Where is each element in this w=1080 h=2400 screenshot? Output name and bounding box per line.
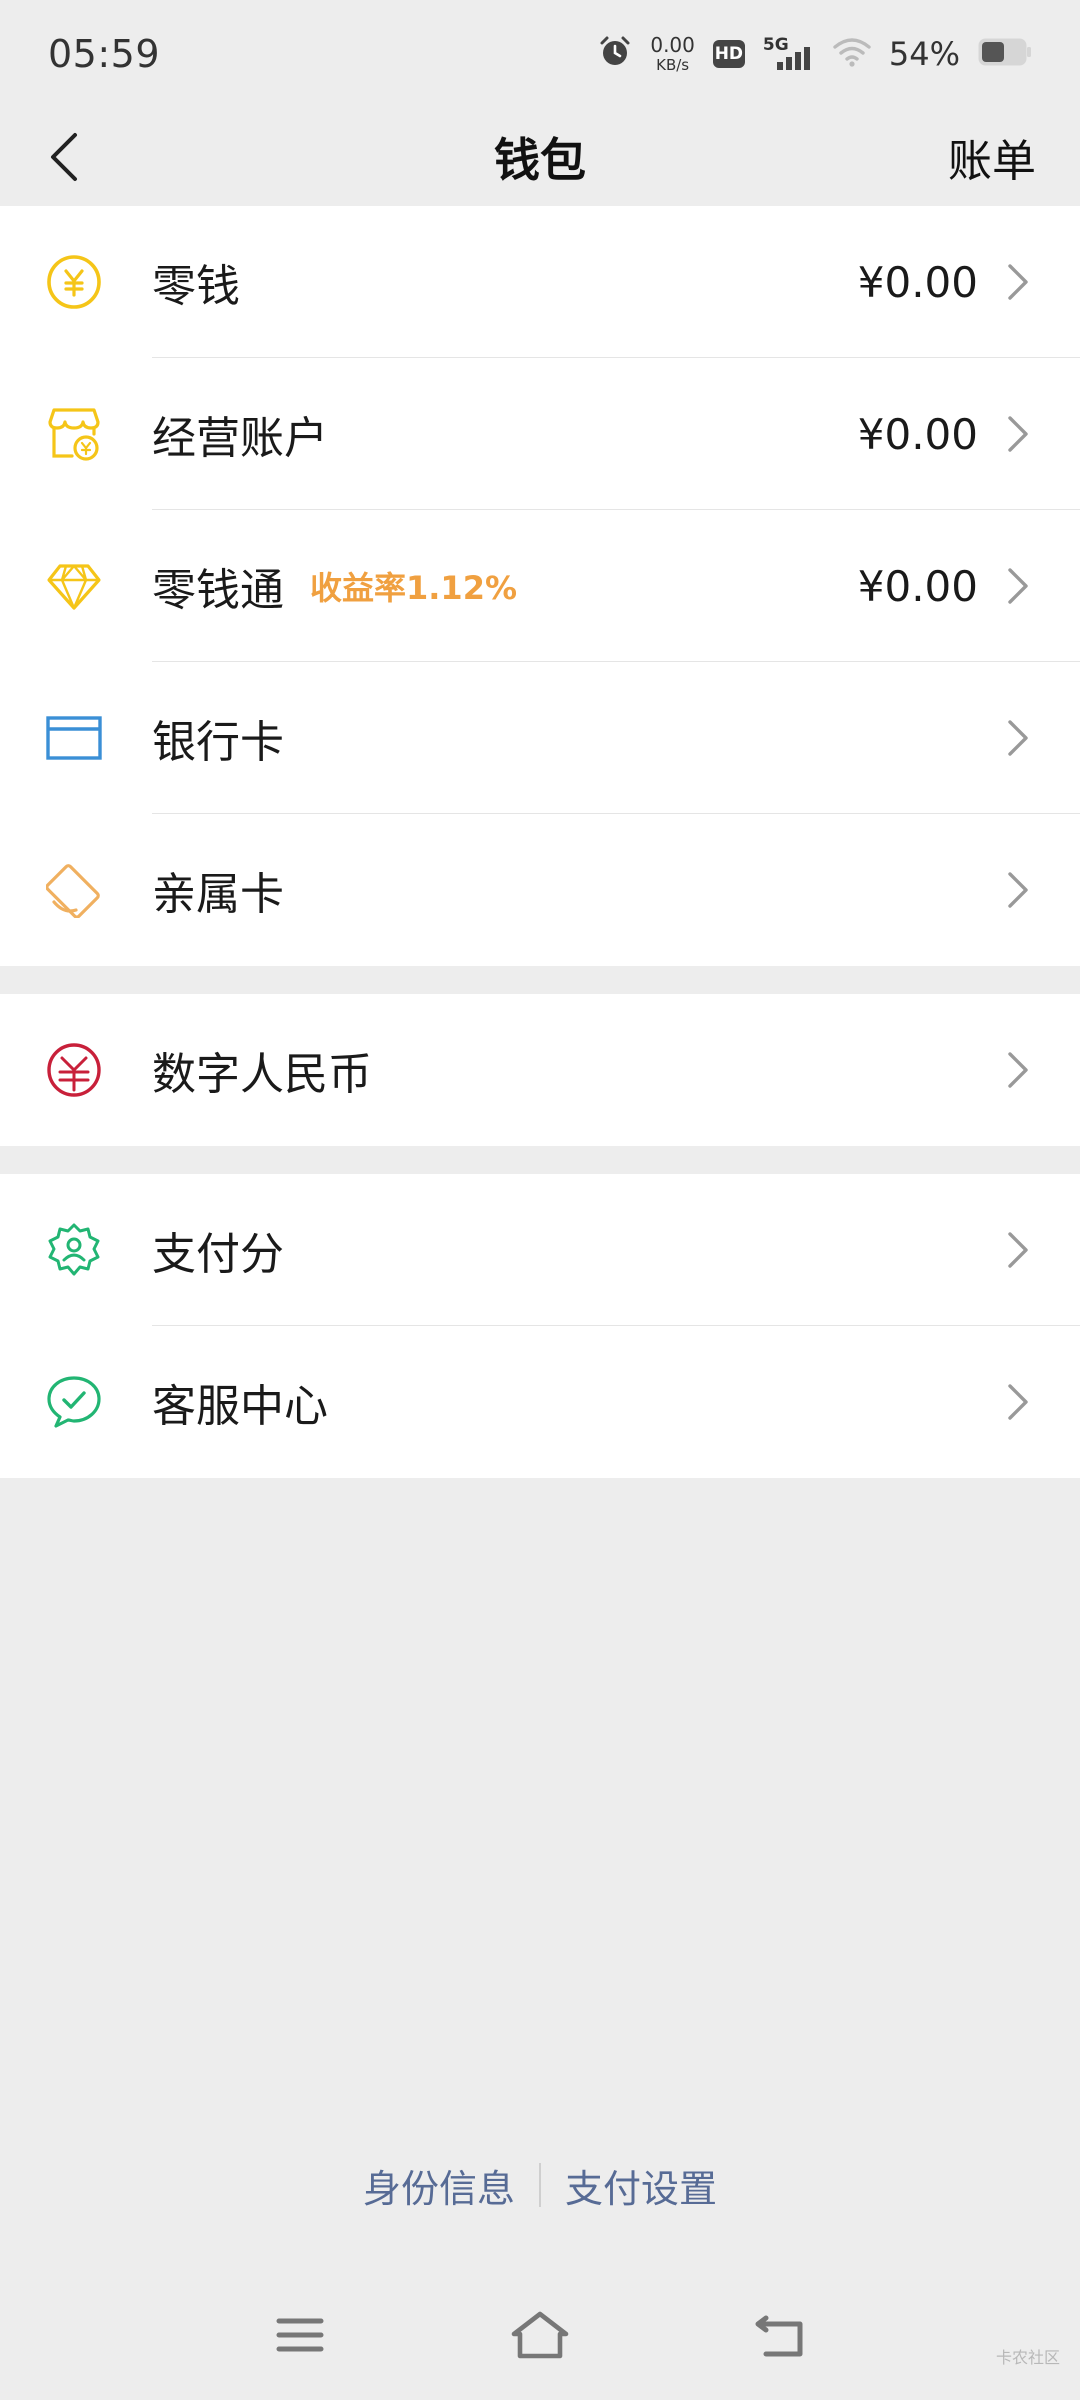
digital-rmb-item[interactable]: 数字人民币: [0, 994, 1080, 1146]
wallet-item-label-text: 零钱: [152, 261, 240, 312]
service-item-customer-service[interactable]: 客服中心: [0, 1326, 1080, 1478]
chevron-right-icon: [998, 262, 1038, 302]
footer-links: 身份信息 支付设置: [0, 2150, 1080, 2220]
digital-rmb-label: 数字人民币: [152, 994, 372, 1146]
wallet-item-value: ¥0.00: [857, 257, 978, 307]
service-item-label: 支付分: [152, 1174, 284, 1326]
service-item-label-text: 客服中心: [152, 1381, 328, 1432]
page-title: 钱包: [494, 133, 586, 187]
digital-rmb-icon: [46, 1042, 102, 1098]
signal-icon: 5G: [763, 35, 815, 71]
chevron-right-icon: [998, 566, 1038, 606]
wallet-item-lqt[interactable]: 零钱通 收益率1.12% ¥0.00: [0, 510, 1080, 662]
menu-button[interactable]: [268, 2305, 332, 2365]
wallet-item-label: 银行卡: [152, 662, 284, 814]
navigation-bar: 钱包 账单: [0, 108, 1080, 206]
service-item-pay-score[interactable]: 支付分: [0, 1174, 1080, 1326]
wallet-item-label: 零钱通 收益率1.12%: [152, 510, 517, 662]
shop-account-icon: [46, 406, 102, 462]
chevron-right-icon: [998, 1382, 1038, 1422]
network-speed: 0.00 KB/s: [650, 35, 695, 73]
wallet-item-business-account[interactable]: 经营账户 ¥0.00: [0, 358, 1080, 510]
footer-separator: [539, 2163, 541, 2207]
wallet-item-label: 亲属卡: [152, 814, 284, 966]
wallet-item-label: 零钱: [152, 206, 240, 358]
chevron-right-icon: [998, 718, 1038, 758]
home-button[interactable]: [508, 2305, 572, 2365]
chevron-right-icon: [998, 1050, 1038, 1090]
yield-rate-badge: 收益率1.12%: [310, 569, 518, 607]
wallet-item-label: 经营账户: [152, 358, 328, 510]
hd-icon: HD: [712, 40, 745, 68]
status-time: 05:59: [48, 32, 161, 76]
network-speed-unit: KB/s: [656, 56, 690, 74]
chevron-right-icon: [998, 1230, 1038, 1270]
wallet-item-change[interactable]: 零钱 ¥0.00: [0, 206, 1080, 358]
wallet-item-value: ¥0.00: [857, 409, 978, 459]
wallet-item-label-text: 经营账户: [152, 413, 328, 464]
wallet-item-label-text: 银行卡: [152, 717, 284, 768]
chevron-right-icon: [998, 870, 1038, 910]
status-icons: 0.00 KB/s HD 5G 54%: [598, 35, 1032, 73]
services-group: 支付分 客服中心: [0, 1174, 1080, 1478]
status-bar: 05:59 0.00 KB/s HD 5G 54%: [0, 0, 1080, 108]
wifi-icon: [833, 37, 871, 71]
customer-service-icon: [46, 1374, 102, 1430]
diamond-icon: [46, 558, 102, 614]
service-item-label: 客服中心: [152, 1326, 328, 1478]
battery-icon: [978, 38, 1032, 70]
service-item-label-text: 支付分: [152, 1229, 284, 1280]
identity-info-link[interactable]: 身份信息: [363, 2158, 515, 2213]
back-nav-icon: [755, 2315, 803, 2357]
digital-rmb-label-text: 数字人民币: [152, 1049, 372, 1100]
battery-percent: 54%: [888, 35, 960, 73]
pay-score-icon: [46, 1222, 102, 1278]
wallet-item-label-text: 零钱通: [152, 565, 284, 616]
system-navigation-bar: 卡农社区: [0, 2290, 1080, 2380]
watermark: 卡农社区: [995, 2348, 1060, 2367]
wallet-group: 零钱 ¥0.00 经营账户 ¥0.00 零钱通 收益率1.12% ¥0.00 银…: [0, 206, 1080, 966]
wallet-item-label-text: 亲属卡: [152, 869, 284, 920]
chevron-right-icon: [998, 414, 1038, 454]
back-nav-button[interactable]: [748, 2305, 812, 2365]
payment-settings-link[interactable]: 支付设置: [565, 2158, 717, 2213]
family-card-icon: [46, 862, 102, 918]
wallet-item-family-card[interactable]: 亲属卡: [0, 814, 1080, 966]
wallet-item-value: ¥0.00: [857, 561, 978, 611]
yuan-coin-icon: [46, 254, 102, 310]
home-icon: [511, 2311, 569, 2359]
bank-card-icon: [46, 710, 102, 766]
digital-rmb-group: 数字人民币: [0, 994, 1080, 1146]
menu-icon: [276, 2318, 324, 2352]
wallet-item-bank-card[interactable]: 银行卡: [0, 662, 1080, 814]
bill-button[interactable]: 账单: [948, 108, 1036, 206]
network-speed-value: 0.00: [650, 33, 695, 57]
alarm-icon: [598, 35, 632, 73]
